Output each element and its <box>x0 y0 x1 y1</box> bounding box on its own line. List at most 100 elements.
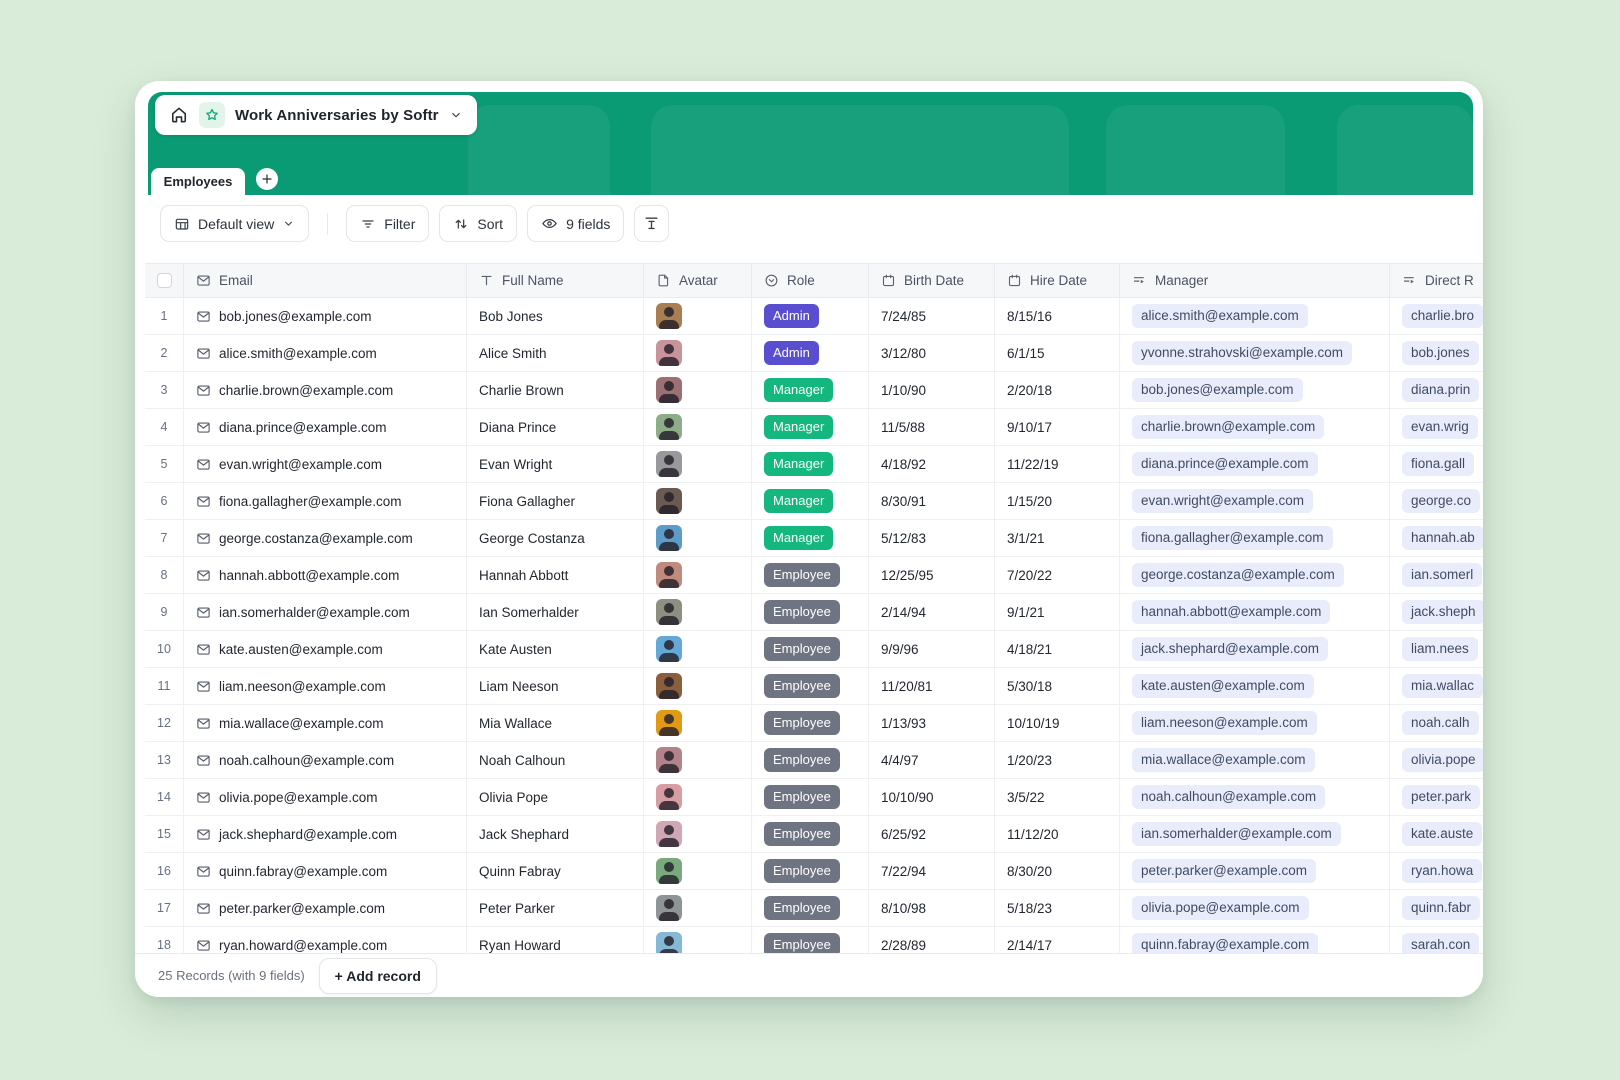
manager-cell[interactable]: bob.jones@example.com <box>1120 372 1390 408</box>
hire-date-cell[interactable]: 10/10/19 <box>995 705 1120 741</box>
fields-button[interactable]: 9 fields <box>527 205 624 242</box>
table-row[interactable]: 11 liam.neeson@example.com Liam Neeson E… <box>145 668 1483 705</box>
manager-cell[interactable]: charlie.brown@example.com <box>1120 409 1390 445</box>
avatar-cell[interactable] <box>644 927 752 953</box>
direct-reports-cell[interactable]: peter.park <box>1390 779 1483 815</box>
email-cell[interactable]: bob.jones@example.com <box>184 298 467 334</box>
manager-cell[interactable]: yvonne.strahovski@example.com <box>1120 335 1390 371</box>
role-cell[interactable]: Manager <box>752 520 869 556</box>
direct-reports-cell[interactable]: quinn.fabr <box>1390 890 1483 926</box>
email-cell[interactable]: hannah.abbott@example.com <box>184 557 467 593</box>
avatar-cell[interactable] <box>644 520 752 556</box>
hire-date-cell[interactable]: 6/1/15 <box>995 335 1120 371</box>
role-cell[interactable]: Employee <box>752 668 869 704</box>
row-number-cell[interactable]: 14 <box>145 779 184 815</box>
birth-date-cell[interactable]: 4/18/92 <box>869 446 995 482</box>
row-number-cell[interactable]: 12 <box>145 705 184 741</box>
full-name-cell[interactable]: Ian Somerhalder <box>467 594 644 630</box>
birth-date-cell[interactable]: 6/25/92 <box>869 816 995 852</box>
birth-date-cell[interactable]: 2/28/89 <box>869 927 995 953</box>
hire-date-cell[interactable]: 5/30/18 <box>995 668 1120 704</box>
full-name-cell[interactable]: Hannah Abbott <box>467 557 644 593</box>
full-name-cell[interactable]: Olivia Pope <box>467 779 644 815</box>
table-row[interactable]: 8 hannah.abbott@example.com Hannah Abbot… <box>145 557 1483 594</box>
hire-date-cell[interactable]: 1/15/20 <box>995 483 1120 519</box>
full-name-cell[interactable]: Bob Jones <box>467 298 644 334</box>
hire-date-cell[interactable]: 1/20/23 <box>995 742 1120 778</box>
email-cell[interactable]: peter.parker@example.com <box>184 890 467 926</box>
direct-reports-cell[interactable]: bob.jones <box>1390 335 1483 371</box>
role-cell[interactable]: Manager <box>752 446 869 482</box>
manager-cell[interactable]: jack.shephard@example.com <box>1120 631 1390 667</box>
row-height-button[interactable] <box>634 205 669 242</box>
full-name-cell[interactable]: Alice Smith <box>467 335 644 371</box>
full-name-cell[interactable]: Mia Wallace <box>467 705 644 741</box>
email-cell[interactable]: liam.neeson@example.com <box>184 668 467 704</box>
avatar-cell[interactable] <box>644 372 752 408</box>
tab-employees[interactable]: Employees <box>151 168 245 195</box>
table-row[interactable]: 12 mia.wallace@example.com Mia Wallace E… <box>145 705 1483 742</box>
manager-cell[interactable]: olivia.pope@example.com <box>1120 890 1390 926</box>
birth-date-cell[interactable]: 1/13/93 <box>869 705 995 741</box>
table-row[interactable]: 16 quinn.fabray@example.com Quinn Fabray… <box>145 853 1483 890</box>
manager-cell[interactable]: george.costanza@example.com <box>1120 557 1390 593</box>
manager-cell[interactable]: evan.wright@example.com <box>1120 483 1390 519</box>
base-title-menu[interactable]: Work Anniversaries by Softr <box>155 95 477 135</box>
full-name-cell[interactable]: George Costanza <box>467 520 644 556</box>
birth-date-cell[interactable]: 3/12/80 <box>869 335 995 371</box>
birth-date-cell[interactable]: 11/20/81 <box>869 668 995 704</box>
email-cell[interactable]: olivia.pope@example.com <box>184 779 467 815</box>
row-number-cell[interactable]: 16 <box>145 853 184 889</box>
hire-date-cell[interactable]: 3/5/22 <box>995 779 1120 815</box>
full-name-cell[interactable]: Kate Austen <box>467 631 644 667</box>
birth-date-cell[interactable]: 12/25/95 <box>869 557 995 593</box>
role-cell[interactable]: Employee <box>752 927 869 953</box>
birth-date-cell[interactable]: 8/10/98 <box>869 890 995 926</box>
full-name-cell[interactable]: Jack Shephard <box>467 816 644 852</box>
row-number-cell[interactable]: 4 <box>145 409 184 445</box>
birth-date-cell[interactable]: 7/22/94 <box>869 853 995 889</box>
avatar-cell[interactable] <box>644 853 752 889</box>
direct-reports-cell[interactable]: ian.somerl <box>1390 557 1483 593</box>
birth-date-cell[interactable]: 7/24/85 <box>869 298 995 334</box>
manager-cell[interactable]: peter.parker@example.com <box>1120 853 1390 889</box>
role-cell[interactable]: Manager <box>752 372 869 408</box>
avatar-cell[interactable] <box>644 779 752 815</box>
view-switcher-button[interactable]: Default view <box>160 205 309 242</box>
birth-date-cell[interactable]: 4/4/97 <box>869 742 995 778</box>
birth-date-cell[interactable]: 8/30/91 <box>869 483 995 519</box>
column-header-avatar[interactable]: Avatar <box>644 264 752 297</box>
role-cell[interactable]: Admin <box>752 298 869 334</box>
table-row[interactable]: 17 peter.parker@example.com Peter Parker… <box>145 890 1483 927</box>
table-row[interactable]: 15 jack.shephard@example.com Jack Shepha… <box>145 816 1483 853</box>
filter-button[interactable]: Filter <box>346 205 429 242</box>
avatar-cell[interactable] <box>644 816 752 852</box>
table-row[interactable]: 4 diana.prince@example.com Diana Prince … <box>145 409 1483 446</box>
hire-date-cell[interactable]: 11/12/20 <box>995 816 1120 852</box>
table-row[interactable]: 18 ryan.howard@example.com Ryan Howard E… <box>145 927 1483 953</box>
role-cell[interactable]: Employee <box>752 890 869 926</box>
role-cell[interactable]: Employee <box>752 631 869 667</box>
row-number-cell[interactable]: 5 <box>145 446 184 482</box>
direct-reports-cell[interactable]: liam.nees <box>1390 631 1483 667</box>
avatar-cell[interactable] <box>644 557 752 593</box>
table-row[interactable]: 9 ian.somerhalder@example.com Ian Somerh… <box>145 594 1483 631</box>
row-number-cell[interactable]: 8 <box>145 557 184 593</box>
email-cell[interactable]: noah.calhoun@example.com <box>184 742 467 778</box>
direct-reports-cell[interactable]: diana.prin <box>1390 372 1483 408</box>
hire-date-cell[interactable]: 2/14/17 <box>995 927 1120 953</box>
row-number-cell[interactable]: 1 <box>145 298 184 334</box>
birth-date-cell[interactable]: 10/10/90 <box>869 779 995 815</box>
email-cell[interactable]: charlie.brown@example.com <box>184 372 467 408</box>
manager-cell[interactable]: quinn.fabray@example.com <box>1120 927 1390 953</box>
role-cell[interactable]: Employee <box>752 742 869 778</box>
email-cell[interactable]: jack.shephard@example.com <box>184 816 467 852</box>
table-row[interactable]: 14 olivia.pope@example.com Olivia Pope E… <box>145 779 1483 816</box>
role-cell[interactable]: Admin <box>752 335 869 371</box>
sort-button[interactable]: Sort <box>439 205 517 242</box>
manager-cell[interactable]: fiona.gallagher@example.com <box>1120 520 1390 556</box>
full-name-cell[interactable]: Ryan Howard <box>467 927 644 953</box>
full-name-cell[interactable]: Quinn Fabray <box>467 853 644 889</box>
column-header-manager[interactable]: Manager <box>1120 264 1390 297</box>
avatar-cell[interactable] <box>644 668 752 704</box>
